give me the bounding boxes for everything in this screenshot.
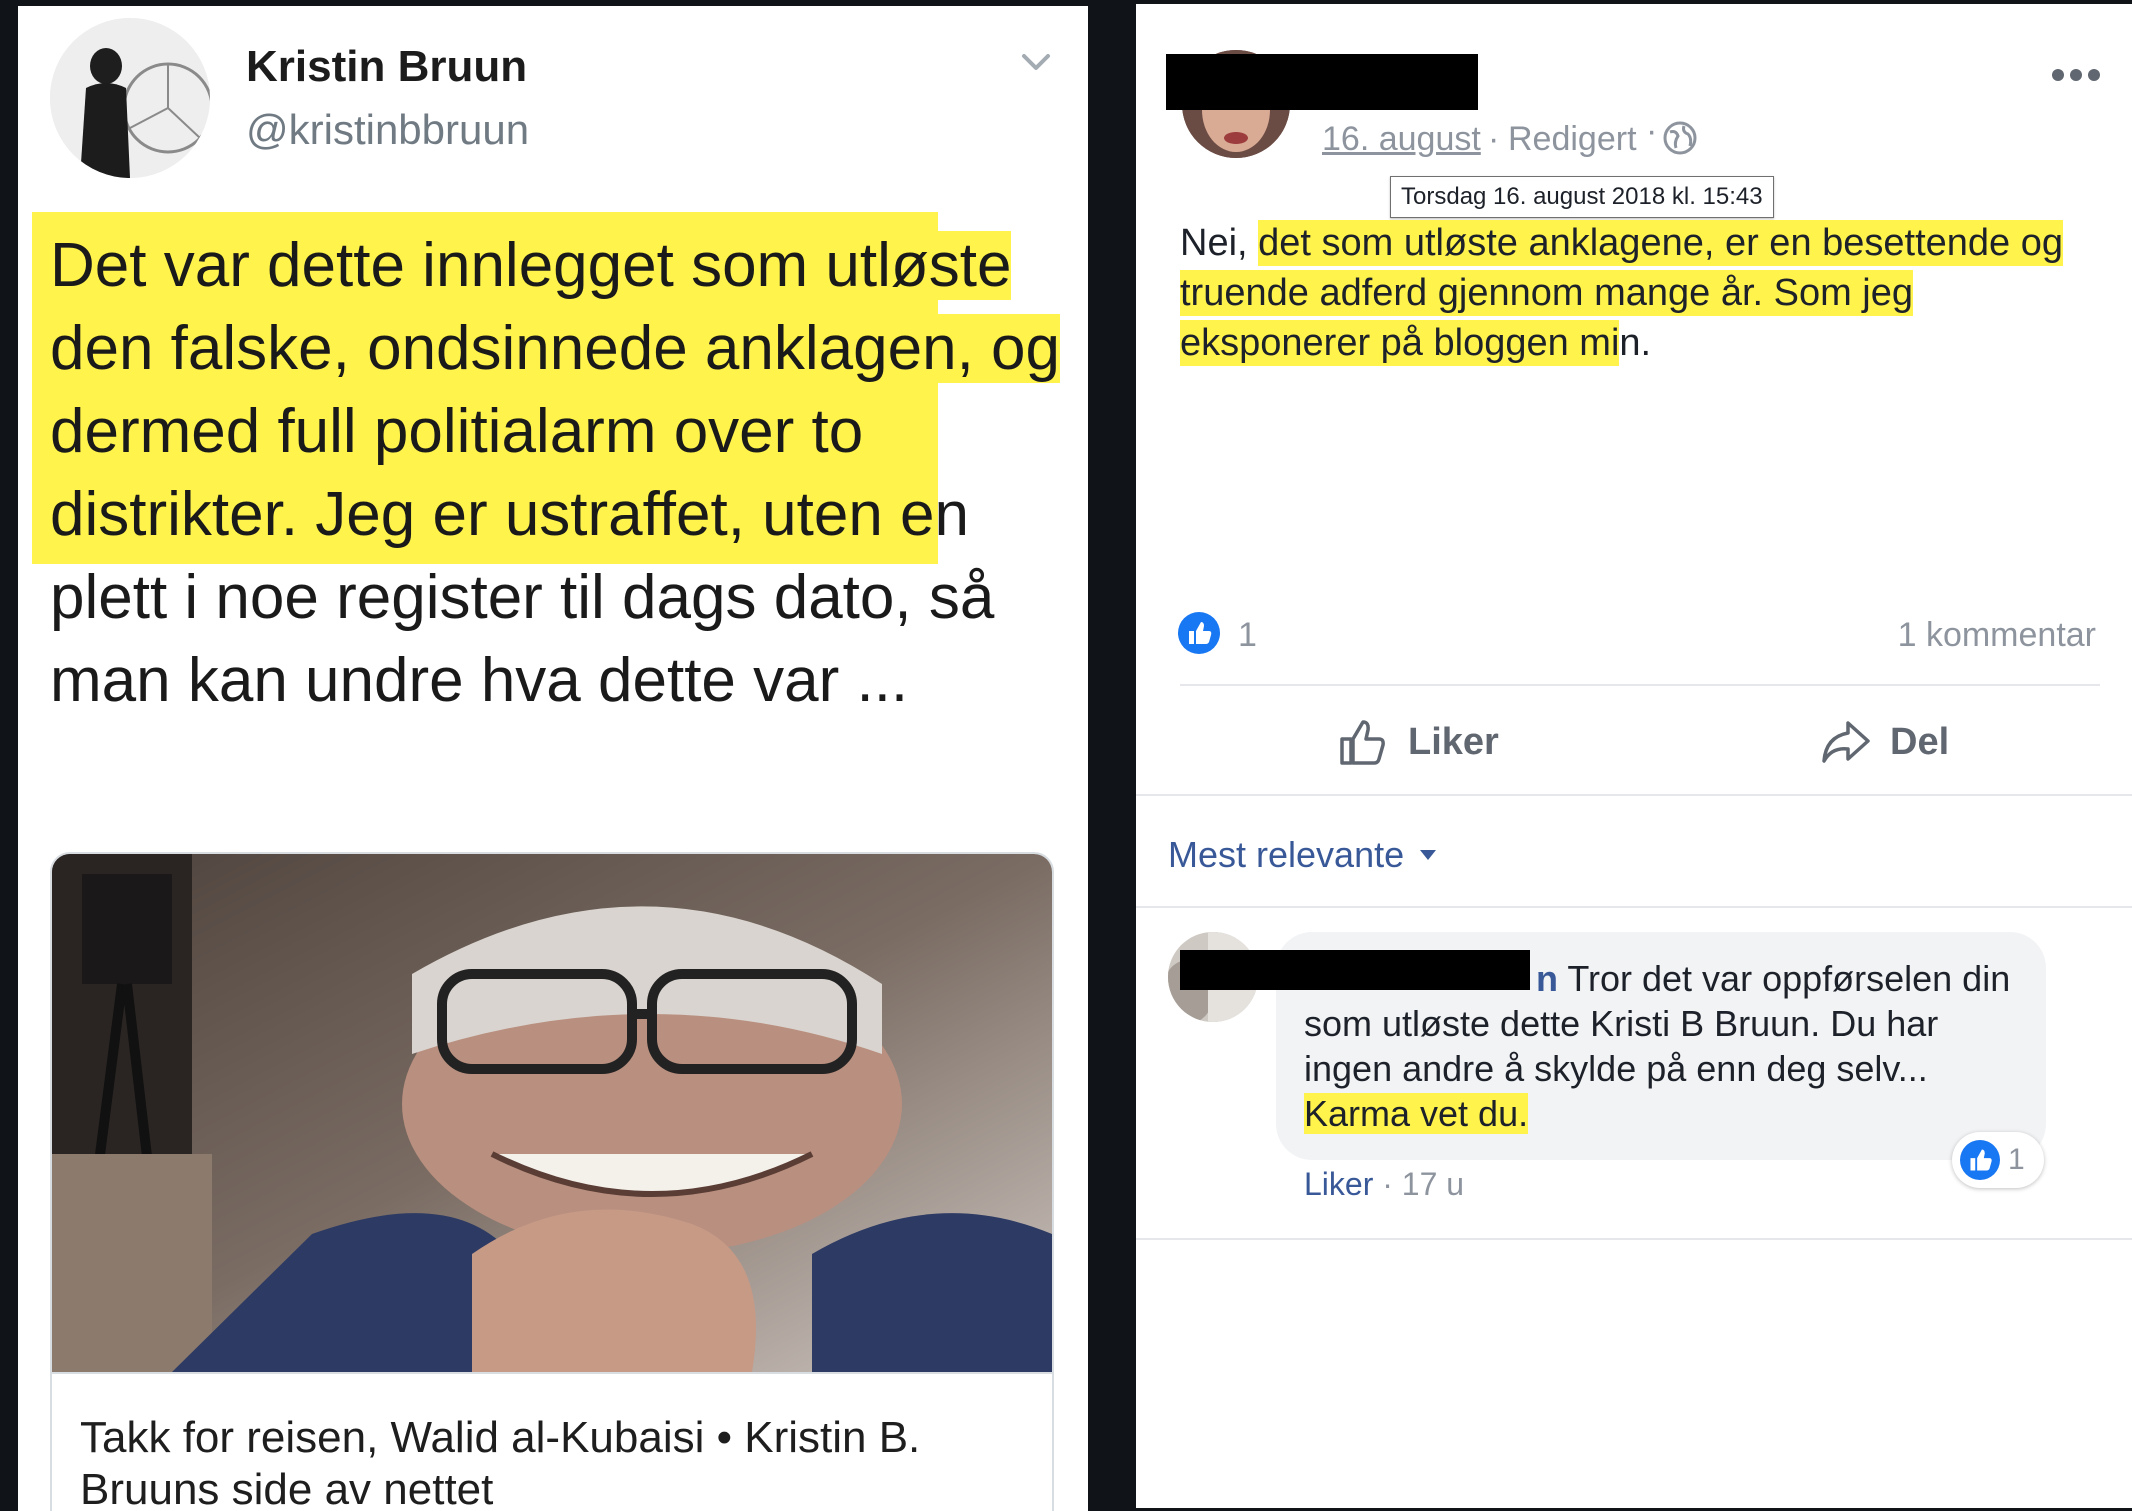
tweet-author-avatar[interactable] — [50, 18, 210, 178]
edited-label[interactable]: Redigert — [1508, 120, 1637, 159]
meta-separator: · — [1646, 112, 1658, 150]
redacted-author-name — [1166, 54, 1478, 110]
chevron-down-icon[interactable] — [1016, 42, 1056, 82]
like-button-label: Liker — [1408, 720, 1499, 763]
card-divider — [52, 1372, 1052, 1374]
post-text-start: Nei, — [1180, 222, 1259, 264]
post-text-end: n. — [1619, 322, 1652, 364]
link-preview-image — [52, 854, 1052, 1373]
facebook-post-panel: 16. august · Redigert · Torsdag 16. augu… — [1136, 4, 2132, 1508]
comment-timestamp[interactable]: 17 u — [1402, 1166, 1464, 1202]
tweet-text: Det var dette innlegget som utløste den … — [50, 224, 1061, 722]
share-button[interactable]: Del — [1818, 710, 1949, 774]
globe-icon[interactable] — [1662, 120, 1698, 156]
comment-actions: Liker · 17 u — [1304, 1166, 1464, 1203]
reactions-count[interactable]: 1 — [1238, 616, 1257, 655]
comment-reaction-badge[interactable]: 1 — [1952, 1132, 2044, 1188]
comment-text: n Tror det var oppførselen din som utløs… — [1304, 956, 2024, 1136]
link-preview-title[interactable]: Takk for reisen, Walid al-Kubaisi • Kris… — [80, 1412, 1020, 1511]
commenter-name-tail[interactable]: n — [1536, 958, 1558, 999]
post-text: Nei, det som utløste anklagene, er en be… — [1180, 218, 2100, 368]
link-preview-card[interactable]: Takk for reisen, Walid al-Kubaisi • Kris… — [50, 852, 1054, 1511]
divider — [1136, 794, 2132, 796]
comment-sort-dropdown[interactable]: Mest relevante — [1168, 834, 1438, 876]
tweet-panel: Kristin Bruun @kristinbbruun Det var det… — [18, 6, 1088, 1511]
comment-text-plain: Tror det var oppførselen din som utløste… — [1304, 958, 2011, 1089]
comment-reaction-count: 1 — [2008, 1143, 2025, 1176]
share-arrow-icon — [1822, 721, 1870, 763]
date-tooltip: Torsdag 16. august 2018 kl. 15:43 — [1390, 176, 1774, 218]
thumbs-up-icon — [1960, 1140, 2000, 1180]
post-date-link[interactable]: 16. august — [1322, 120, 1481, 159]
divider — [1180, 684, 2100, 686]
more-dots-icon[interactable] — [2046, 60, 2106, 90]
meta-separator: · — [1488, 120, 1500, 158]
comments-count[interactable]: 1 kommentar — [1898, 616, 2096, 655]
comment-action-separator: · — [1373, 1166, 1402, 1202]
thumbs-up-icon[interactable] — [1178, 612, 1220, 654]
like-button[interactable]: Liker — [1336, 710, 1499, 774]
comment-sort-label: Mest relevante — [1168, 834, 1405, 875]
comment-like-link[interactable]: Liker — [1304, 1166, 1373, 1202]
tweet-author-handle[interactable]: @kristinbbruun — [246, 106, 529, 154]
share-button-label: Del — [1890, 720, 1950, 763]
divider — [1136, 906, 2132, 908]
divider — [1136, 1238, 2132, 1240]
tweet-author-name[interactable]: Kristin Bruun — [246, 42, 527, 92]
comment-text-highlighted: Karma vet du. — [1304, 1093, 1529, 1134]
thumbs-up-icon — [1340, 720, 1385, 765]
caret-down-icon — [1420, 850, 1437, 860]
